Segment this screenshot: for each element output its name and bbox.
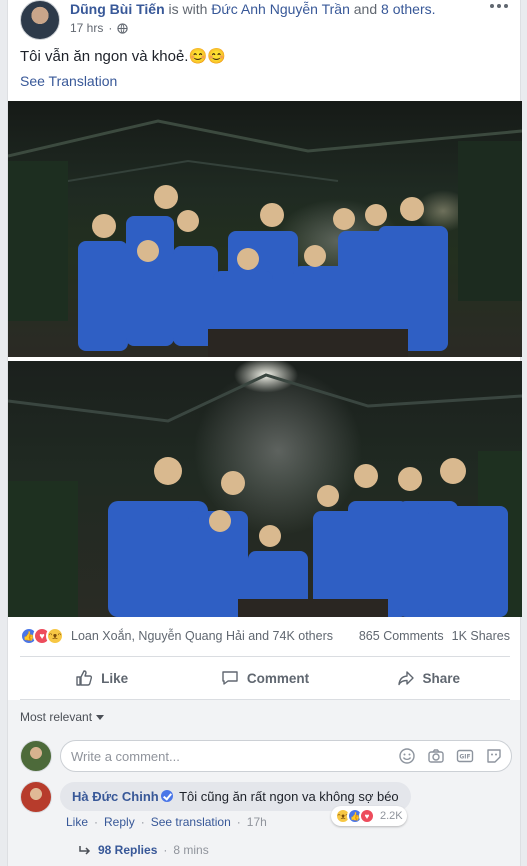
comment-input-tools: GIF — [398, 747, 503, 765]
svg-text:GIF: GIF — [459, 754, 470, 761]
replies-count[interactable]: 98 Replies — [98, 843, 157, 857]
globe-icon[interactable] — [117, 22, 129, 34]
separator: · — [163, 843, 168, 857]
with-text: is with — [168, 1, 208, 17]
camera-icon[interactable] — [427, 747, 445, 765]
post-card: Dũng Bùi Tiến is with Đức Anh Nguyễn Trầ… — [7, 0, 522, 866]
thumbs-up-icon — [76, 670, 93, 686]
comment-time[interactable]: 17h — [247, 815, 267, 829]
and-text: and — [353, 1, 378, 17]
post-meta: 17 hrs · — [70, 21, 129, 35]
commenter-name[interactable]: Hà Đức Chinh — [72, 789, 159, 804]
comments-count[interactable]: 865 Comments — [359, 629, 444, 643]
gif-icon[interactable]: GIF — [456, 747, 474, 765]
comment-button[interactable]: Comment — [183, 661, 346, 695]
current-user-avatar[interactable] — [20, 740, 52, 772]
sticker-icon[interactable] — [485, 747, 503, 765]
tagged-friend-link[interactable]: Đức Anh Nguyễn Trần — [211, 1, 350, 17]
verified-badge-icon — [160, 790, 173, 802]
comment-input[interactable]: Write a comment... GIF — [60, 740, 512, 772]
comment-reply-link[interactable]: Reply — [104, 815, 135, 829]
share-button[interactable]: Share — [347, 661, 510, 695]
reply-arrow-icon — [79, 846, 91, 855]
comment-label: Comment — [246, 670, 310, 686]
reaction-icons: 👍 ♥ ᵔᴥᵔ — [20, 627, 64, 645]
photo-1-scene — [8, 119, 522, 357]
comment-input-placeholder: Write a comment... — [71, 749, 180, 764]
like-label: Like — [101, 670, 129, 686]
separator: · — [94, 815, 99, 829]
comment-sort-dropdown[interactable]: Most relevant — [20, 710, 105, 724]
others-link[interactable]: 8 others. — [381, 1, 435, 17]
meta-separator: · — [108, 21, 113, 35]
reactions-summary[interactable]: 👍 ♥ ᵔᴥᵔ Loan Xoắn, Nguyễn Quang Hải and … — [20, 627, 333, 645]
comment-icon — [222, 671, 238, 685]
comment-reactions[interactable]: ᵔᴥᵔ 👍 ♥ 2.2K — [331, 806, 407, 826]
view-replies[interactable]: 98 Replies · 8 mins — [78, 843, 209, 857]
commenter-avatar[interactable] — [20, 781, 52, 813]
love-reaction-icon: ♥ — [359, 808, 375, 824]
post-photo-1[interactable] — [8, 101, 522, 357]
sort-label: Most relevant — [20, 710, 93, 724]
comment-reaction-count: 2.2K — [380, 810, 403, 822]
action-bar: Like Comment Share — [20, 661, 510, 695]
comment-see-translation-link[interactable]: See translation — [151, 815, 231, 829]
share-label: Share — [422, 670, 461, 686]
caret-down-icon — [96, 714, 105, 720]
photo-2-scene — [8, 373, 522, 617]
comment-text: Tôi cũng ăn rất ngon va không sợ béo — [179, 789, 399, 804]
divider — [20, 699, 510, 700]
post-text: Tôi vẫn ăn ngon và khoẻ.😊😊 — [20, 48, 226, 65]
like-button[interactable]: Like — [20, 661, 183, 695]
shares-count[interactable]: 1K Shares — [452, 629, 510, 643]
comment-actions: Like · Reply · See translation · 17h — [66, 815, 267, 829]
author-link[interactable]: Dũng Bùi Tiến — [70, 1, 165, 17]
haha-reaction-icon: ᵔᴥᵔ — [46, 627, 64, 645]
author-avatar[interactable] — [20, 0, 60, 40]
post-header: Dũng Bùi Tiến is with Đức Anh Nguyễn Trầ… — [70, 1, 436, 17]
post-time[interactable]: 17 hrs — [70, 21, 103, 35]
share-icon — [397, 671, 414, 686]
reaction-names[interactable]: Loan Xoắn, Nguyễn Quang Hải and 74K othe… — [71, 629, 333, 643]
see-translation-link[interactable]: See Translation — [20, 73, 117, 89]
engagement-counts: 865 Comments 1K Shares — [359, 629, 510, 643]
divider — [20, 656, 510, 657]
separator: · — [140, 815, 145, 829]
emoji-icon[interactable] — [398, 747, 416, 765]
replies-time: 8 mins — [173, 843, 209, 857]
comment-like-link[interactable]: Like — [66, 815, 88, 829]
separator: · — [236, 815, 241, 829]
more-options-icon[interactable] — [490, 4, 508, 12]
post-photo-2[interactable] — [8, 361, 522, 617]
